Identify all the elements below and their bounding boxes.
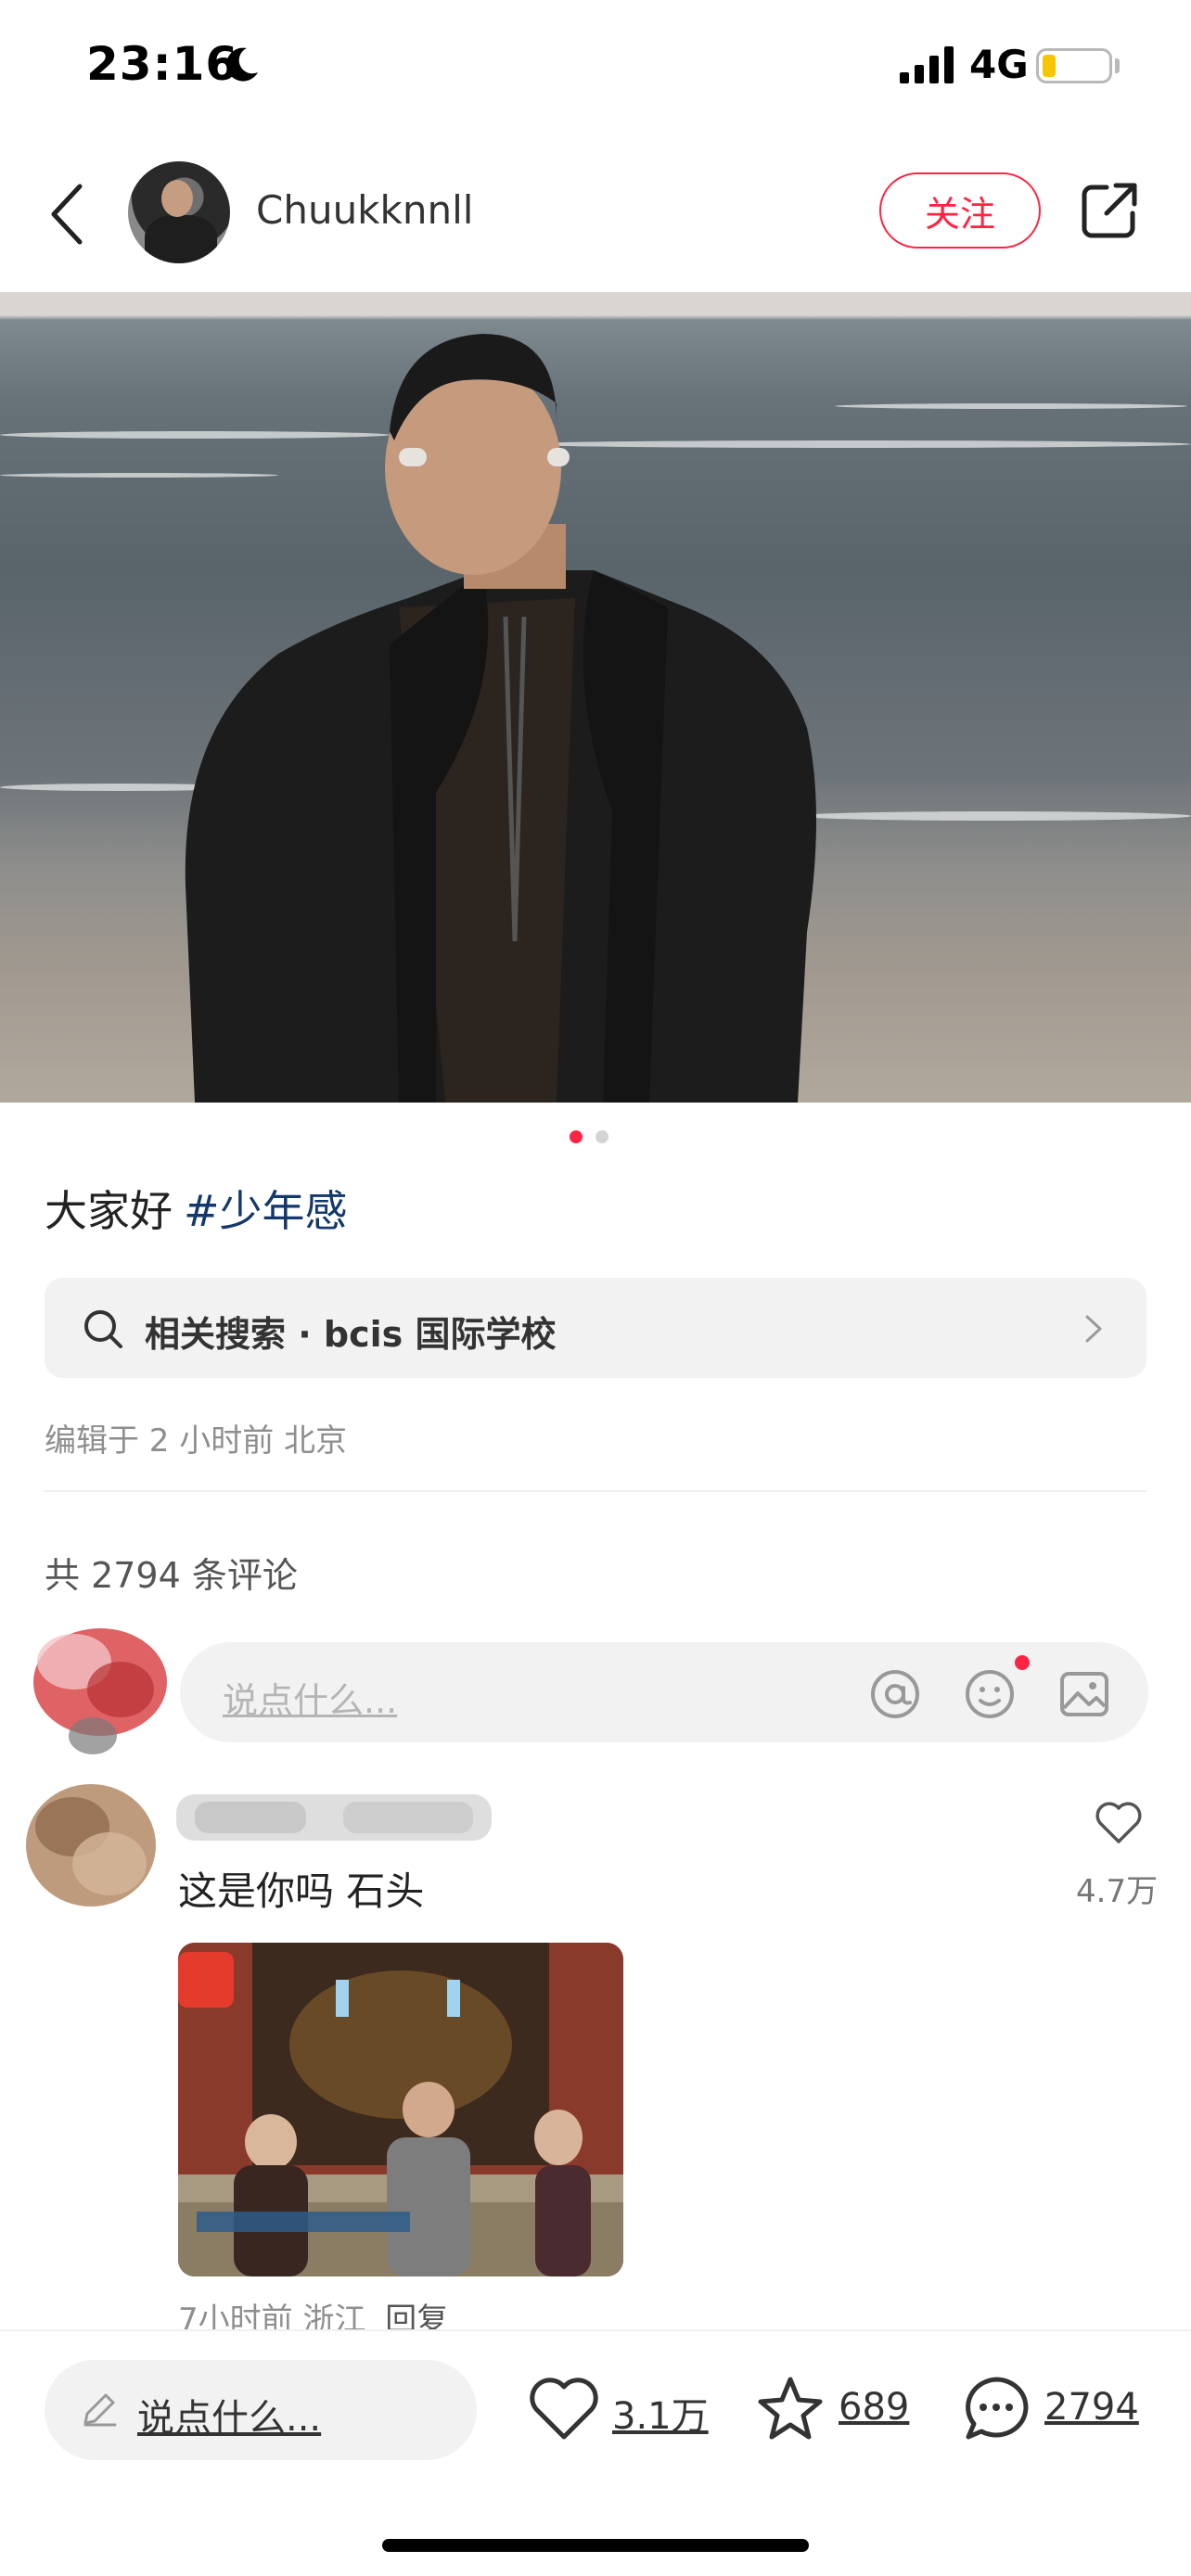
comment-input-placeholder: 说点什么... [223, 1680, 398, 1721]
home-indicator [382, 2539, 809, 2552]
search-icon [84, 1310, 122, 1348]
post-caption: 大家好 #少年感 [45, 1178, 348, 1239]
star-icon [758, 2377, 823, 2440]
status-time: 23:16 [86, 37, 239, 91]
moon-icon [226, 47, 258, 82]
bottom-input-placeholder: 说点什么... [137, 2397, 322, 2440]
comment-heart-icon[interactable] [1095, 1801, 1143, 1845]
favorite-count: 689 [839, 2386, 910, 2429]
post-header: Chuukknnll 关注 [0, 139, 1191, 292]
at-mention-icon[interactable] [868, 1667, 922, 1721]
tv-show-thumbnail [178, 1943, 623, 2276]
pencil-icon [83, 2393, 117, 2427]
back-arrow-icon[interactable] [46, 181, 87, 248]
divider [45, 1490, 1146, 1492]
image-icon[interactable] [1057, 1667, 1111, 1721]
caption-hashtag[interactable]: #少年感 [184, 1186, 348, 1236]
battery-icon [1036, 48, 1112, 83]
heart-icon [530, 2378, 598, 2440]
comment-input[interactable]: 说点什么... [180, 1642, 1148, 1742]
share-icon[interactable] [1079, 180, 1140, 241]
pager-dot [596, 1130, 608, 1143]
person-figure [185, 334, 817, 1103]
status-bar: 23:16 4G [0, 0, 1191, 139]
follow-button[interactable]: 关注 [879, 172, 1041, 249]
battery-level [1043, 55, 1056, 77]
comment-count-bottom: 2794 [1044, 2386, 1139, 2429]
bottom-comment-input[interactable]: 说点什么... [45, 2360, 477, 2460]
battery-tip [1115, 58, 1120, 73]
favorite-button[interactable]: 689 [753, 2363, 920, 2455]
author-avatar[interactable] [128, 161, 230, 263]
emoji-icon[interactable] [963, 1667, 1017, 1721]
emoji-new-badge [1015, 1655, 1030, 1670]
comment-bubble-icon [966, 2377, 1029, 2440]
like-count: 3.1万 [612, 2395, 709, 2438]
photo-pager [570, 1130, 625, 1145]
related-search-label: 相关搜索 · bcis 国际学校 [145, 1314, 557, 1355]
comment-count: 共 2794 条评论 [45, 1555, 298, 1596]
comment-text: 这是你吗 石头 [178, 1868, 425, 1914]
commenter-name-blurred[interactable] [176, 1785, 501, 1850]
bottom-action-bar: 说点什么... 3.1万 689 2794 [0, 2329, 1191, 2576]
post-photo[interactable] [0, 292, 1191, 1103]
related-search-bar[interactable]: 相关搜索 · bcis 国际学校 [45, 1278, 1146, 1378]
comment-attached-image[interactable] [178, 1943, 623, 2276]
author-username[interactable]: Chuukknnll [256, 187, 473, 233]
pager-dot-active [570, 1130, 583, 1143]
edit-meta: 编辑于 2 小时前 北京 [45, 1422, 348, 1460]
network-type: 4G [969, 42, 1029, 87]
like-button[interactable]: 3.1万 [527, 2363, 712, 2455]
caption-text: 大家好 [45, 1186, 173, 1236]
comment-like-count: 4.7万 [1076, 1873, 1159, 1910]
cellular-signal-icon [900, 46, 954, 83]
my-avatar [33, 1628, 167, 1754]
comments-button[interactable]: 2794 [959, 2363, 1145, 2455]
commenter-avatar[interactable] [17, 1771, 165, 1919]
chevron-right-icon [1085, 1315, 1102, 1343]
